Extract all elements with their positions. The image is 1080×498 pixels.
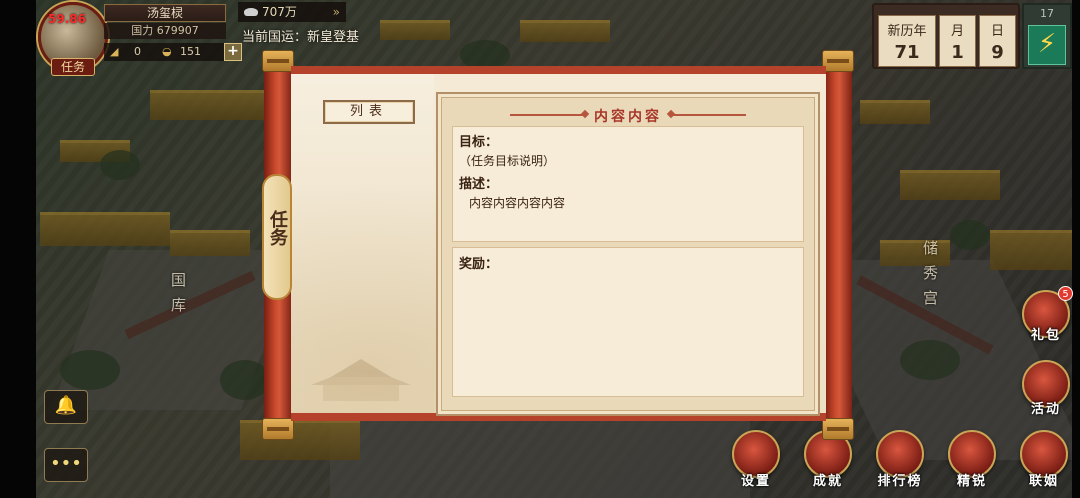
silver-ingot-icon <box>244 8 258 16</box>
chat-icon[interactable]: ••• <box>44 448 88 482</box>
bell-icon[interactable]: 🔔 <box>44 390 88 424</box>
rod-cap-top-left <box>262 50 294 72</box>
fps-counter: 59.86 <box>48 12 86 26</box>
achievement-label: 成就 <box>812 474 843 489</box>
calendar-month-label: 月 <box>950 24 964 39</box>
silver-value: 707万 <box>262 5 297 19</box>
content-frame: 内容内容 目标： （任务目标说明） 描述： 内容内容内容内容 奖励： <box>436 92 820 416</box>
calendar-year: 新历年 71 <box>878 15 936 67</box>
palace-sketch-decoration <box>311 359 411 401</box>
goal-text: （任务目标说明） <box>459 154 556 168</box>
elite-label: 精锐 <box>956 474 987 489</box>
calendar-month: 月 1 <box>939 15 976 67</box>
gift-badge: 5 <box>1058 286 1073 301</box>
goal-label: 目标： <box>459 135 499 150</box>
description-label: 描述： <box>459 177 499 192</box>
calendar-panel: 新历年 71 月 1 日 9 <box>872 3 1020 69</box>
player-name: 汤玺棂 <box>104 4 226 22</box>
rod-cap-bottom-right <box>822 418 854 440</box>
lightning-icon[interactable]: ⚡ <box>1028 25 1066 65</box>
content-title: 内容内容 <box>594 109 662 125</box>
calendar-year-value: 71 <box>894 42 920 63</box>
calendar-day-label: 日 <box>990 24 1004 39</box>
map-label-treasury[interactable]: 国库 <box>168 272 189 322</box>
ranking-label: 排行榜 <box>877 474 923 489</box>
activity-label: 活动 <box>1030 402 1061 417</box>
reward-label: 奖励： <box>459 257 499 272</box>
gift-label: 礼包 <box>1030 328 1061 343</box>
alliance-label: 联姻 <box>1028 474 1059 489</box>
energy-count: 17 <box>1040 7 1054 20</box>
calendar-day: 日 9 <box>979 15 1016 67</box>
silver-bar: 707万 » <box>238 2 346 22</box>
resource-bar: ◢ 0 ◒ 151 <box>104 43 238 61</box>
national-fortune: 当前国运：新皇登基 <box>242 30 360 45</box>
boat-icon: ◢ <box>110 45 119 58</box>
resource-2-value: 151 <box>180 45 201 58</box>
add-resource-button[interactable]: + <box>224 43 242 61</box>
calendar-day-value: 9 <box>991 42 1004 63</box>
calendar-month-value: 1 <box>951 42 964 63</box>
reward-box: 奖励： <box>452 247 804 397</box>
resource-1-value: 0 <box>134 45 141 58</box>
task-scroll-panel: 列表 内容内容 目标： （任务目标说明） 描述： 内容内容内容内容 奖励： <box>291 66 826 421</box>
expand-arrows-icon[interactable]: » <box>333 2 340 22</box>
description-text: 内容内容内容内容 <box>469 196 566 210</box>
list-tab[interactable]: 列表 <box>323 100 415 124</box>
rod-cap-bottom-left <box>262 418 294 440</box>
task-side-tab[interactable]: 任务 <box>262 174 292 300</box>
calendar-year-label: 新历年 <box>887 24 927 39</box>
task-side-label: 任务 <box>267 210 288 246</box>
ingot-icon: ◒ <box>162 45 172 58</box>
player-power: 国力 679907 <box>104 23 226 39</box>
rod-cap-top-right <box>822 50 854 72</box>
settings-label: 设置 <box>740 474 771 489</box>
map-label-palace[interactable]: 储秀宫 <box>920 240 941 315</box>
task-tag-button[interactable]: 任务 <box>51 58 95 76</box>
task-info-box: 目标： （任务目标说明） 描述： 内容内容内容内容 <box>452 126 804 242</box>
scroll-rod-right <box>822 50 854 440</box>
energy-panel: 17 ⚡ <box>1022 3 1072 69</box>
title-ornament-right <box>672 114 746 116</box>
